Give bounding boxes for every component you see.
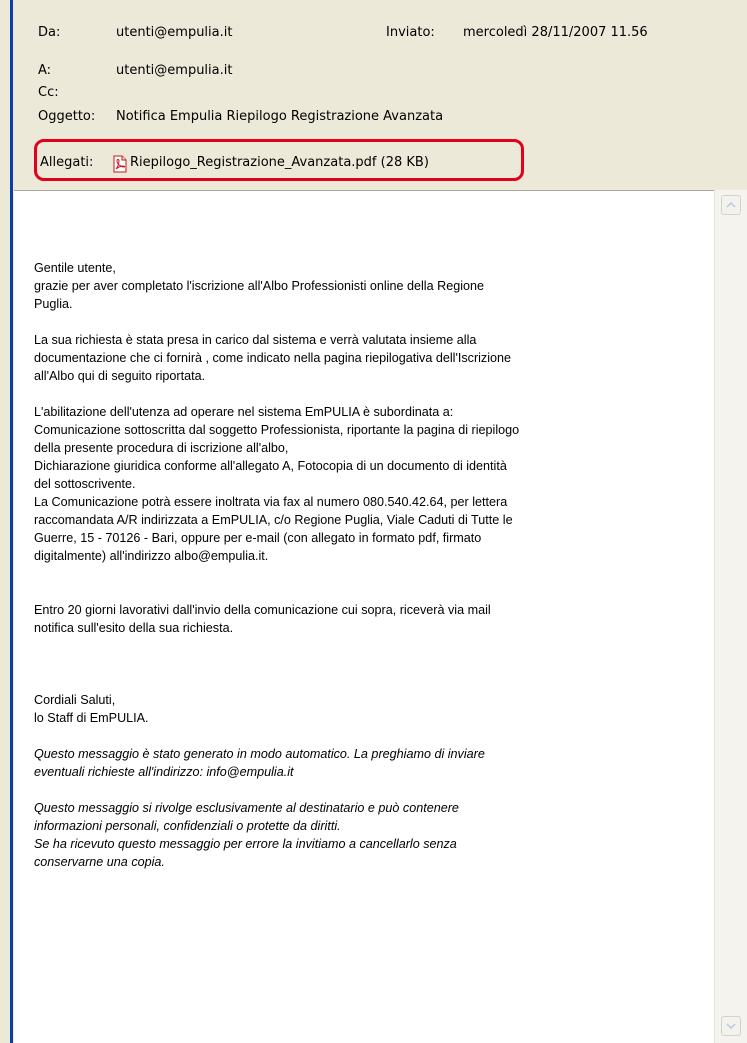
message-body-pane: Gentile utente, grazie per aver completa… — [14, 190, 747, 1043]
from-address[interactable]: utenti@empulia.it — [116, 25, 232, 41]
email-window: Da: utenti@empulia.it Inviato: mercoledì… — [0, 0, 747, 1043]
requirements-paragraph: L'abilitazione dell'utenza ad operare ne… — [34, 405, 520, 563]
auto-notice-paragraph: Questo messaggio è stato generato in mod… — [34, 747, 485, 779]
deadline-paragraph: Entro 20 giorni lavorativi dall'invio de… — [34, 603, 491, 635]
privacy-notice-paragraph: Questo messaggio si rivolge esclusivamen… — [34, 801, 459, 869]
request-paragraph: La sua richiesta è stata presa in carico… — [34, 333, 512, 383]
to-address[interactable]: utenti@empulia.it — [116, 63, 232, 79]
message-body: Gentile utente, grazie per aver completa… — [34, 259, 724, 871]
sent-label: Inviato: — [386, 25, 435, 40]
subject-text: Notifica Empulia Riepilogo Registrazione… — [116, 109, 444, 124]
sent-date: mercoledì 28/11/2007 11.56 — [463, 25, 648, 40]
attachments-label: Allegati: — [40, 155, 94, 170]
pdf-icon — [112, 155, 128, 173]
email-header: Da: utenti@empulia.it Inviato: mercoledì… — [14, 0, 747, 195]
window-left-border — [10, 0, 13, 1043]
chevron-down-icon — [726, 1023, 736, 1030]
subject-label: Oggetto: — [38, 109, 96, 124]
chevron-up-icon — [726, 201, 736, 208]
from-label: Da: — [38, 25, 61, 40]
cc-label: Cc: — [38, 85, 59, 100]
signature-paragraph: Cordiali Saluti, lo Staff di EmPULIA. — [34, 693, 149, 725]
vertical-scrollbar[interactable] — [714, 190, 747, 1043]
attachment-link[interactable]: Riepilogo_Registrazione_Avanzata.pdf (28… — [130, 155, 429, 171]
scroll-up-button[interactable] — [721, 195, 741, 215]
greeting-paragraph: Gentile utente, grazie per aver completa… — [34, 261, 485, 311]
to-label: A: — [38, 63, 52, 78]
scroll-down-button[interactable] — [721, 1016, 741, 1036]
